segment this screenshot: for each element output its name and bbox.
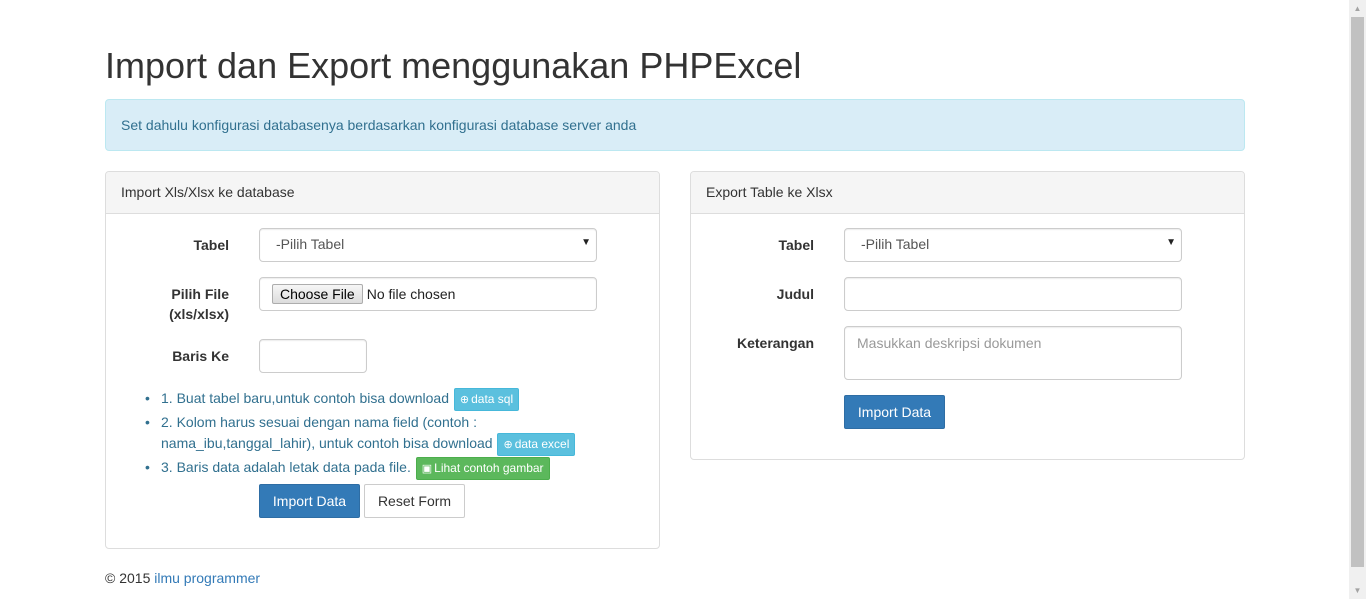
- step-1-text: 1. Buat tabel baru,untuk contoh bisa dow…: [161, 390, 449, 407]
- judul-label: Judul: [776, 286, 814, 302]
- export-tabel-label: Tabel: [778, 237, 814, 253]
- import-panel-heading: Import Xls/Xlsx ke database: [106, 172, 659, 214]
- judul-input[interactable]: [844, 277, 1182, 311]
- keterangan-textarea[interactable]: Masukkan deskripsi dokumen: [844, 326, 1182, 380]
- download-circle-icon: ⊕: [459, 394, 470, 406]
- baris-input[interactable]: [259, 339, 367, 373]
- vertical-scrollbar[interactable]: ▲ ▼: [1349, 0, 1366, 599]
- list-item: 2. Kolom harus sesuai dengan nama field …: [145, 412, 605, 456]
- export-import-data-button[interactable]: Import Data: [844, 395, 945, 429]
- copyright-text: © 2015: [105, 570, 151, 586]
- picture-icon: ▣: [421, 463, 433, 475]
- choose-file-button[interactable]: Choose File: [272, 284, 363, 304]
- lihat-contoh-gambar-button[interactable]: ▣ Lihat contoh gambar: [415, 457, 550, 480]
- file-label-line1: Pilih File: [171, 286, 229, 302]
- export-tabel-select-value: -Pilih Tabel: [861, 236, 930, 252]
- data-excel-label: data excel: [514, 437, 570, 451]
- footer-link[interactable]: ilmu programmer: [154, 570, 260, 586]
- lihat-contoh-gambar-label: Lihat contoh gambar: [434, 461, 544, 475]
- list-item: 1. Buat tabel baru,untuk contoh bisa dow…: [145, 388, 605, 411]
- step-2-text: 2. Kolom harus sesuai dengan nama field …: [161, 414, 493, 452]
- export-panel-heading: Export Table ke Xlsx: [691, 172, 1244, 214]
- export-panel: Export Table ke Xlsx: [690, 171, 1245, 460]
- instructions-list: 1. Buat tabel baru,untuk contoh bisa dow…: [145, 388, 605, 481]
- scroll-up-icon[interactable]: ▲: [1349, 0, 1366, 17]
- file-label: Pilih File (xls/xlsx): [140, 284, 229, 324]
- file-status: No file chosen: [366, 286, 456, 302]
- file-label-line2: (xls/xlsx): [169, 306, 229, 322]
- import-data-button[interactable]: Import Data: [259, 484, 360, 518]
- keterangan-label: Keterangan: [736, 335, 814, 351]
- footer: © 2015 ilmu programmer: [105, 570, 260, 586]
- data-sql-button[interactable]: ⊕ data sql: [453, 388, 520, 411]
- page-title: Import dan Export menggunakan PHPExcel: [105, 45, 802, 86]
- baris-label: Baris Ke: [172, 348, 229, 364]
- scroll-thumb[interactable]: [1351, 17, 1364, 567]
- data-excel-button[interactable]: ⊕ data excel: [497, 433, 576, 456]
- dropdown-arrow-icon: ▼: [581, 237, 591, 248]
- import-tabel-select[interactable]: -Pilih Tabel ▼: [259, 228, 597, 262]
- import-tabel-select-value: -Pilih Tabel: [276, 236, 345, 252]
- export-tabel-select[interactable]: -Pilih Tabel ▼: [844, 228, 1182, 262]
- file-input[interactable]: Choose File No file chosen: [259, 277, 597, 311]
- dropdown-arrow-icon: ▼: [1166, 237, 1176, 248]
- download-circle-icon: ⊕: [503, 439, 513, 451]
- info-alert: Set dahulu konfigurasi databasenya berda…: [105, 99, 1245, 151]
- step-3-text: 3. Baris data adalah letak data pada fil…: [161, 459, 411, 476]
- import-tabel-label: Tabel: [193, 237, 229, 253]
- reset-form-button[interactable]: Reset Form: [364, 484, 465, 518]
- list-item: 3. Baris data adalah letak data pada fil…: [145, 457, 605, 480]
- scroll-down-icon[interactable]: ▼: [1349, 582, 1366, 599]
- data-sql-label: data sql: [471, 392, 514, 406]
